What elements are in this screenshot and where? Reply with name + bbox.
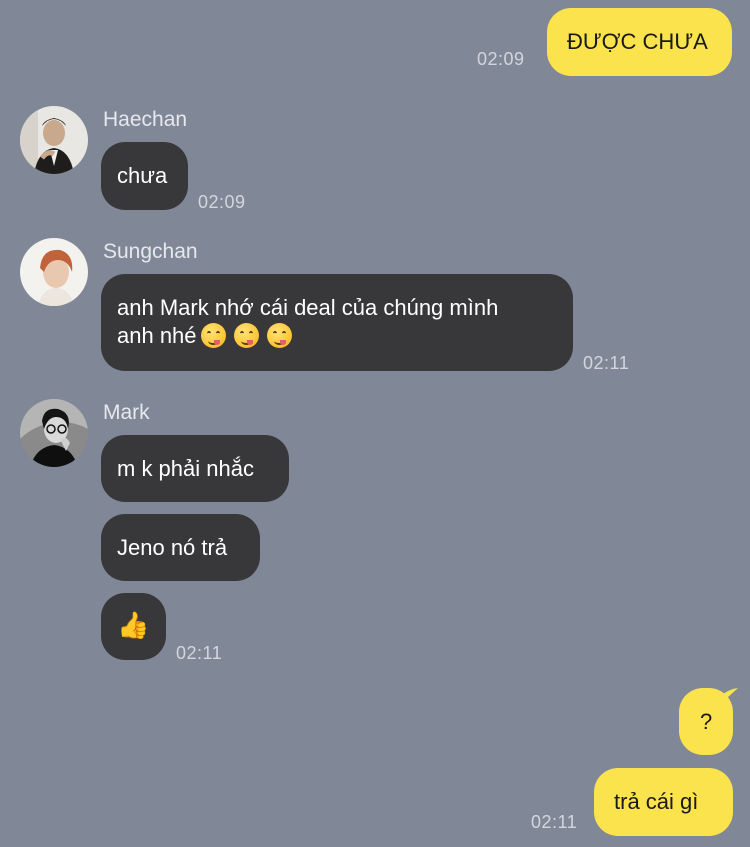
- message-text: anh Mark nhớ cái deal của chúng mình: [117, 295, 499, 320]
- timestamp: 02:09: [198, 192, 246, 212]
- message-text: anh nhé: [117, 323, 197, 348]
- message-text: m k phải nhắc: [117, 456, 254, 481]
- yum-face-icon: [233, 323, 259, 348]
- message-text: ĐƯỢC CHƯA: [567, 29, 708, 54]
- avatar-haechan[interactable]: [20, 106, 88, 174]
- message-bubble[interactable]: Jeno nó trả: [101, 514, 260, 581]
- timestamp: 02:09: [477, 49, 525, 69]
- thumbs-up-icon: 👍: [117, 610, 150, 640]
- message-text: trả cái gì: [614, 789, 699, 814]
- message-text: Jeno nó trả: [117, 535, 228, 560]
- yum-face-icon: [266, 323, 292, 348]
- timestamp: 02:11: [531, 812, 578, 832]
- sender-name: Haechan: [103, 108, 188, 131]
- message-text: chưa: [117, 163, 168, 188]
- my-message-bubble[interactable]: ĐƯỢC CHƯA: [547, 8, 732, 76]
- my-message-bubble[interactable]: ?: [679, 688, 733, 755]
- message-text: ?: [700, 709, 713, 734]
- message-bubble[interactable]: anh Mark nhớ cái deal của chúng mình anh…: [101, 274, 573, 371]
- message-bubble[interactable]: m k phải nhắc: [101, 435, 289, 502]
- avatar-sungchan[interactable]: [20, 238, 88, 306]
- avatar-mark[interactable]: [20, 399, 88, 467]
- sender-name: Sungchan: [103, 240, 198, 263]
- timestamp: 02:11: [176, 643, 223, 663]
- message-bubble[interactable]: 👍: [101, 593, 166, 660]
- my-message-bubble[interactable]: trả cái gì: [594, 768, 733, 836]
- message-bubble[interactable]: chưa: [101, 142, 188, 210]
- timestamp: 02:11: [583, 353, 630, 373]
- sender-name: Mark: [103, 401, 150, 424]
- yum-face-icon: [200, 323, 226, 348]
